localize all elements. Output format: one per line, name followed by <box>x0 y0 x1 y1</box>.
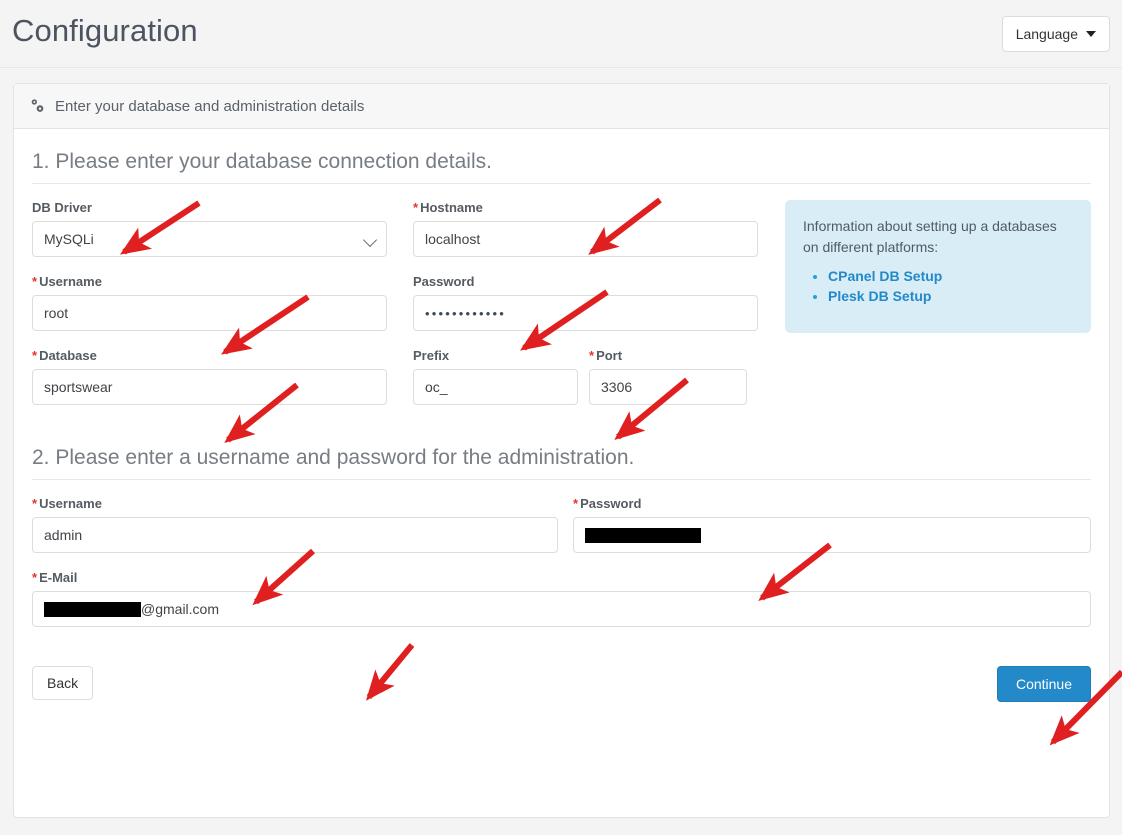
label-admin-username: * Username <box>32 496 558 511</box>
panel-header: Enter your database and administration d… <box>14 84 1109 129</box>
required-asterisk: * <box>32 496 38 511</box>
db-form-fields: DB Driver MySQLi * Hostname localhost * … <box>32 200 758 422</box>
label-email: * E-Mail <box>32 570 1091 585</box>
page-title: Configuration <box>12 13 198 48</box>
plesk-db-setup-link[interactable]: Plesk DB Setup <box>828 288 931 304</box>
db-row-3: *Database sportswear Prefix oc_ *Port <box>32 348 758 422</box>
admin-username-label-text: Username <box>39 496 102 511</box>
field-group-db-password: Password •••••••••••• <box>413 274 758 331</box>
cogs-icon <box>29 98 46 114</box>
database-info-box: Information about setting up a databases… <box>785 200 1091 333</box>
label-port: * Port <box>589 348 747 363</box>
list-item: CPanel DB Setup <box>828 268 1073 286</box>
db-password-input[interactable]: •••••••••••• <box>413 295 758 331</box>
database-label-text: Database <box>39 348 97 363</box>
admin-password-input[interactable] <box>573 517 1091 553</box>
required-asterisk: * <box>32 274 38 289</box>
field-group-prefix: Prefix oc_ <box>413 348 578 405</box>
hostname-input[interactable]: localhost <box>413 221 758 257</box>
db-username-label-text: Username <box>39 274 102 289</box>
section-1-legend: 1. Please enter your database connection… <box>32 129 1091 184</box>
db-username-input[interactable]: root <box>32 295 387 331</box>
field-group-db-username: * Username root <box>32 274 387 331</box>
redaction-bar <box>585 527 701 543</box>
db-row-2: * Username root Password •••••••••••• <box>32 274 758 348</box>
label-hostname: * Hostname <box>413 200 758 215</box>
label-prefix: Prefix <box>413 348 578 363</box>
db-password-label-text: Password <box>413 274 475 289</box>
admin-username-input[interactable]: admin <box>32 517 558 553</box>
db-driver-label-text: DB Driver <box>32 200 92 215</box>
required-asterisk: * <box>589 348 595 363</box>
label-admin-password: * Password <box>573 496 1091 511</box>
field-group-hostname: * Hostname localhost <box>413 200 758 257</box>
cpanel-db-setup-link[interactable]: CPanel DB Setup <box>828 268 942 284</box>
label-db-username: * Username <box>32 274 387 289</box>
top-bar: Configuration Language <box>0 0 1122 68</box>
port-input[interactable]: 3306 <box>589 369 747 405</box>
panel-body: 1. Please enter your database connection… <box>14 129 1109 710</box>
field-group-db-driver: DB Driver MySQLi <box>32 200 387 257</box>
email-domain-text: @gmail.com <box>141 601 220 617</box>
configuration-panel: Enter your database and administration d… <box>13 83 1110 818</box>
port-label-text: Port <box>596 348 623 363</box>
chevron-down-icon <box>1086 31 1096 37</box>
continue-button[interactable]: Continue <box>996 666 1091 702</box>
field-group-email: * E-Mail @gmail.com <box>32 570 1091 627</box>
field-group-port: * Port 3306 <box>589 348 747 405</box>
email-label-text: E-Mail <box>39 570 78 585</box>
db-section-row: DB Driver MySQLi * Hostname localhost * … <box>32 200 1091 422</box>
required-asterisk: * <box>32 570 38 585</box>
field-group-database: * Database sportswear <box>32 348 387 405</box>
email-input[interactable]: @gmail.com <box>32 591 1091 627</box>
database-input[interactable]: sportswear <box>32 369 387 405</box>
admin-password-label-text: Password <box>580 496 642 511</box>
required-asterisk: * <box>32 348 38 363</box>
prefix-input[interactable]: oc_ <box>413 369 578 405</box>
info-box-links: CPanel DB Setup Plesk DB Setup <box>803 268 1073 306</box>
label-database: * Database <box>32 348 387 363</box>
language-dropdown-button[interactable]: Language <box>1001 16 1110 52</box>
label-db-password: Password <box>413 274 758 289</box>
back-button[interactable]: Back <box>32 666 94 700</box>
db-driver-select-wrap: MySQLi <box>32 221 387 257</box>
admin-row-2: * E-Mail @gmail.com <box>32 570 1091 644</box>
section-2-legend: 2. Please enter a username and password … <box>32 422 1091 480</box>
prefix-label-text: Prefix <box>413 348 450 363</box>
info-box-text: Information about setting up a databases… <box>803 218 1057 255</box>
admin-row-1: * Username admin * Password <box>32 496 1091 570</box>
list-item: Plesk DB Setup <box>828 288 1073 306</box>
required-asterisk: * <box>413 200 419 215</box>
label-db-driver: DB Driver <box>32 200 387 215</box>
field-group-admin-password: * Password <box>573 496 1091 553</box>
hostname-label-text: Hostname <box>420 200 483 215</box>
form-footer: Back Continue <box>32 666 1091 710</box>
required-asterisk: * <box>573 496 579 511</box>
panel-header-title: Enter your database and administration d… <box>55 97 365 115</box>
language-label: Language <box>1015 26 1078 42</box>
db-row-1: DB Driver MySQLi * Hostname localhost <box>32 200 758 274</box>
field-group-admin-username: * Username admin <box>32 496 558 553</box>
redaction-bar <box>44 601 141 617</box>
password-mask: •••••••••••• <box>425 305 507 321</box>
db-driver-select[interactable]: MySQLi <box>32 221 387 257</box>
